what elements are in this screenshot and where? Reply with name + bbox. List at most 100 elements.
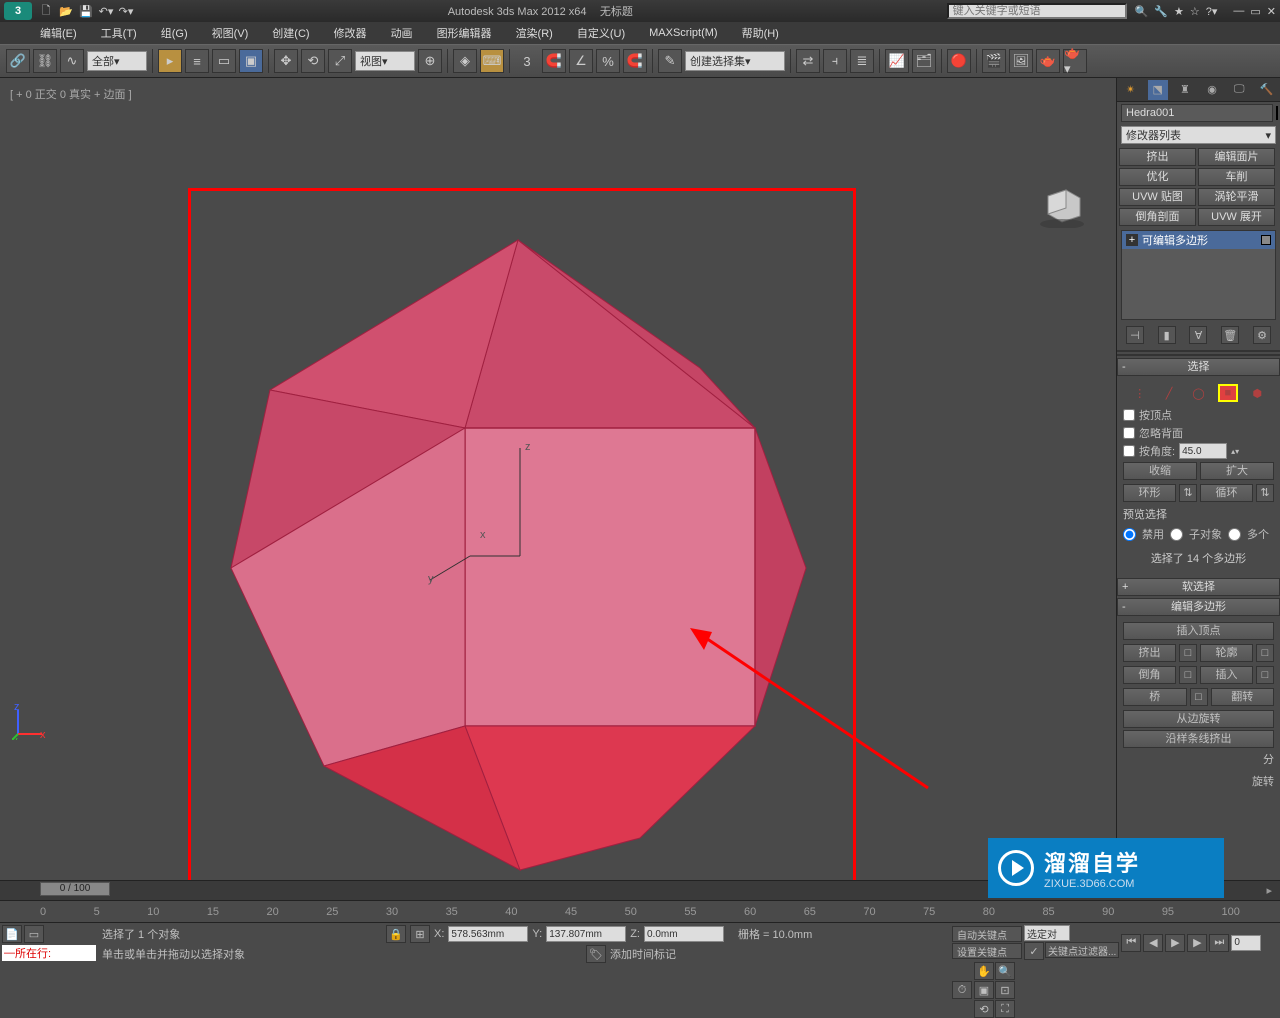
ep-outline-button[interactable]: 轮廓	[1200, 644, 1253, 662]
element-subobj-icon[interactable]: ⬢	[1247, 384, 1267, 402]
x-coord-input[interactable]	[448, 926, 528, 942]
menu-modifiers[interactable]: 修改器	[334, 25, 367, 41]
app-logo-button[interactable]: 3	[4, 2, 32, 20]
key-mode-icon[interactable]: ✓	[1024, 942, 1044, 960]
y-coord-input[interactable]	[546, 926, 626, 942]
rollout-selection-header[interactable]: -选择	[1117, 358, 1280, 376]
radio-multi[interactable]	[1228, 528, 1241, 541]
schematic-icon[interactable]: 🗂	[912, 49, 936, 73]
ring-spinner[interactable]: ⇅	[1179, 484, 1197, 502]
expand-icon[interactable]: +	[1126, 234, 1138, 246]
set-key-button[interactable]: 设置关键点	[952, 943, 1022, 959]
time-tag-icon[interactable]: 🏷	[586, 945, 606, 963]
orbit-icon[interactable]: ⟲	[974, 1000, 994, 1018]
shrink-button[interactable]: 收缩	[1123, 462, 1197, 480]
select-manip-icon[interactable]: ◈	[453, 49, 477, 73]
time-slider-handle[interactable]: 0 / 100	[40, 882, 110, 896]
listener-icon[interactable]: ▭	[24, 925, 44, 943]
btn-uvwunwrap[interactable]: UVW 展开	[1198, 208, 1275, 226]
insert-vertex-button[interactable]: 插入顶点	[1123, 622, 1274, 640]
pivot-icon[interactable]: ⊕	[418, 49, 442, 73]
star-icon[interactable]: ★	[1174, 5, 1184, 18]
rollout-editpoly-header[interactable]: -编辑多边形	[1117, 598, 1280, 616]
render-setup-icon[interactable]: 🎬	[982, 49, 1006, 73]
play-icon[interactable]: ▶	[1165, 934, 1185, 952]
grow-button[interactable]: 扩大	[1200, 462, 1274, 480]
menu-create[interactable]: 创建(C)	[272, 25, 309, 41]
minimize-icon[interactable]: —	[1233, 5, 1244, 18]
modifier-stack-item[interactable]: + 可编辑多边形	[1122, 231, 1275, 249]
angle-snap-icon[interactable]: ∠	[569, 49, 593, 73]
named-selection-dropdown[interactable]: 创建选择集 ▾	[685, 51, 785, 71]
time-config-icon[interactable]: ⏱	[952, 981, 972, 999]
vertex-subobj-icon[interactable]: ⋮	[1130, 384, 1150, 402]
pin-stack-icon[interactable]: ⊣	[1126, 326, 1144, 344]
rollout-soft-header[interactable]: +软选择	[1117, 578, 1280, 596]
make-unique-icon[interactable]: ∀	[1189, 326, 1207, 344]
binoculars-icon[interactable]: 🔍	[1135, 5, 1149, 18]
modify-tab-icon[interactable]: ⬔	[1148, 80, 1168, 100]
render-prod-icon[interactable]: 🫖▾	[1063, 49, 1087, 73]
ep-extrude-button[interactable]: 挤出	[1123, 644, 1176, 662]
modifier-stack[interactable]: + 可编辑多边形	[1121, 230, 1276, 320]
menu-help[interactable]: 帮助(H)	[742, 25, 779, 41]
create-tab-icon[interactable]: ✴	[1121, 80, 1141, 100]
utilities-tab-icon[interactable]: 🔨	[1256, 80, 1276, 100]
material-editor-icon[interactable]: 🔴	[947, 49, 971, 73]
ep-bridge-set-icon[interactable]: □	[1190, 688, 1208, 706]
percent-snap-icon[interactable]: %	[596, 49, 620, 73]
loop-spinner[interactable]: ⇅	[1256, 484, 1274, 502]
render-frame-icon[interactable]: 🖼	[1009, 49, 1033, 73]
lock-icon[interactable]: 🔒	[386, 925, 406, 943]
goto-end-icon[interactable]: ⏭	[1209, 934, 1229, 952]
display-tab-icon[interactable]: 🖵	[1229, 80, 1249, 100]
key-mode-dropdown[interactable]: 选定对	[1024, 925, 1070, 941]
fov-icon[interactable]: ▣	[974, 981, 994, 999]
add-time-tag-label[interactable]: 添加时间标记	[610, 946, 676, 962]
link-icon[interactable]: 🔗	[6, 49, 30, 73]
select-rect-icon[interactable]: ▭	[212, 49, 236, 73]
ep-extrude-set-icon[interactable]: □	[1179, 644, 1197, 662]
zoom-icon[interactable]: 🔍	[995, 962, 1015, 980]
bind-icon[interactable]: ∿	[60, 49, 84, 73]
btn-extrude[interactable]: 挤出	[1119, 148, 1196, 166]
star2-icon[interactable]: ☆	[1190, 5, 1200, 18]
edit-named-icon[interactable]: ✎	[658, 49, 682, 73]
menu-group[interactable]: 组(G)	[161, 25, 188, 41]
ep-insert-button[interactable]: 插入	[1200, 666, 1253, 684]
menu-anim[interactable]: 动画	[391, 25, 413, 41]
maxscript-mini-icon[interactable]: 📄	[2, 925, 22, 943]
selection-filter-dropdown[interactable]: 全部 ▾	[87, 51, 147, 71]
menu-edit[interactable]: 编辑(E)	[40, 25, 77, 41]
goto-start-icon[interactable]: ⏮	[1121, 934, 1141, 952]
isolate-icon[interactable]: ⊞	[410, 925, 430, 943]
auto-key-button[interactable]: 自动关键点	[952, 926, 1022, 942]
zoom-all-icon[interactable]: ⊡	[995, 981, 1015, 999]
ep-bevel-button[interactable]: 倒角	[1123, 666, 1176, 684]
menu-maxscript[interactable]: MAXScript(M)	[649, 27, 717, 39]
ep-flip-button[interactable]: 翻转	[1211, 688, 1275, 706]
select-name-icon[interactable]: ≡	[185, 49, 209, 73]
maximize-icon[interactable]: ▭	[1250, 5, 1260, 18]
scale-icon[interactable]: ⤢	[328, 49, 352, 73]
ep-outline-set-icon[interactable]: □	[1256, 644, 1274, 662]
hierarchy-tab-icon[interactable]: ♜	[1175, 80, 1195, 100]
key-filter-button[interactable]: 关键点过滤器...	[1045, 942, 1119, 958]
radio-subobj[interactable]	[1170, 528, 1183, 541]
ring-button[interactable]: 环形	[1123, 484, 1176, 502]
menu-render[interactable]: 渲染(R)	[516, 25, 553, 41]
open-icon[interactable]: 📂	[58, 3, 74, 19]
show-result-icon[interactable]: ▮	[1158, 326, 1176, 344]
by-angle-checkbox[interactable]	[1123, 445, 1135, 457]
new-icon[interactable]: 🗋	[38, 3, 54, 19]
snap-3-icon[interactable]: 3	[515, 49, 539, 73]
undo-icon[interactable]: ↶▾	[98, 3, 114, 19]
menu-custom[interactable]: 自定义(U)	[577, 25, 625, 41]
ep-bridge-button[interactable]: 桥	[1123, 688, 1187, 706]
close-icon[interactable]: ✕	[1267, 5, 1276, 18]
edge-subobj-icon[interactable]: ╱	[1159, 384, 1179, 402]
loop-button[interactable]: 循环	[1200, 484, 1253, 502]
btn-chamfer[interactable]: 倒角剖面	[1119, 208, 1196, 226]
btn-editface[interactable]: 编辑面片	[1198, 148, 1275, 166]
spinner-snap-icon[interactable]: 🧲	[623, 49, 647, 73]
